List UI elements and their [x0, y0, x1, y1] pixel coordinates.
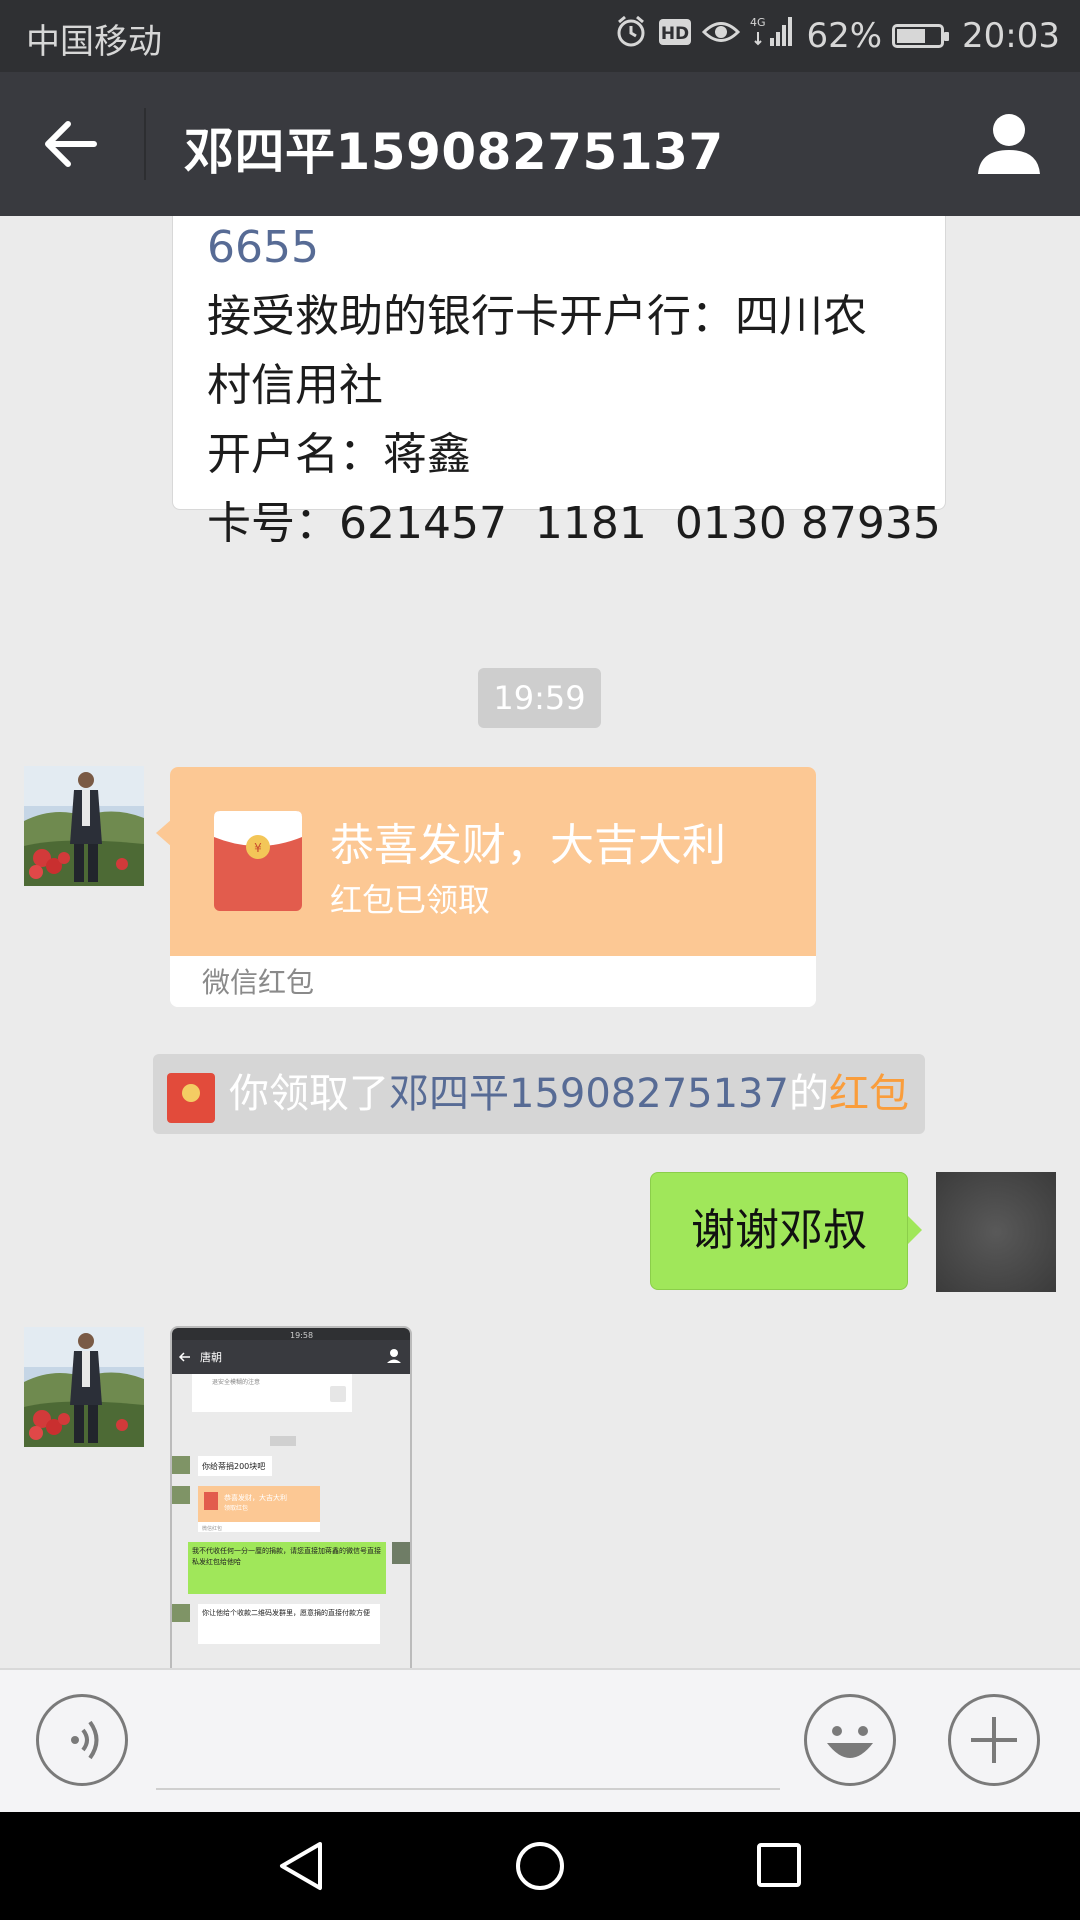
- nav-home-icon[interactable]: [514, 1840, 566, 1892]
- notice-prefix: 你领取了: [229, 1071, 389, 1117]
- red-envelope-icon: ¥: [214, 811, 302, 911]
- red-packet-title: 恭喜发财，大吉大利: [330, 820, 726, 871]
- emoji-icon[interactable]: [804, 1694, 896, 1786]
- image-message-thumbnail[interactable]: 19:58 唐朝 退安全模糊的注意 你给蒂捐200块吧 恭喜发财，大吉大利 领取…: [170, 1326, 412, 1668]
- thumb-title: 唐朝: [200, 1350, 222, 1364]
- red-packet-footer: 微信红包: [170, 956, 816, 1007]
- avatar[interactable]: [24, 766, 144, 886]
- svg-text:4G: 4G: [750, 16, 766, 29]
- red-packet-status: 红包已领取: [330, 881, 491, 919]
- notice-contact-link[interactable]: 邓四平15908275137: [389, 1071, 789, 1117]
- message-line: 开户名：蒋鑫: [207, 429, 471, 480]
- svg-text:HD: HD: [661, 24, 689, 44]
- system-notice: 你领取了邓四平15908275137的红包: [153, 1054, 925, 1134]
- battery-percent: 62%: [806, 15, 883, 56]
- header-divider: [144, 108, 146, 180]
- signal-icon: 4G: [750, 14, 796, 57]
- chat-area[interactable]: 6655 接受救助的银行卡开户行：四川农 村信用社 开户名：蒋鑫 卡号：6214…: [0, 216, 1080, 1668]
- plus-icon[interactable]: [948, 1694, 1040, 1786]
- bubble-tail: [908, 1216, 922, 1244]
- status-icons: HD 4G 62% 20:03: [614, 14, 1060, 57]
- timestamp-chip: 19:59: [478, 668, 601, 728]
- thumb-rp-sub: 领取红包: [224, 1504, 248, 1512]
- my-avatar[interactable]: [936, 1172, 1056, 1292]
- nav-back-icon[interactable]: [276, 1840, 326, 1892]
- my-message-bubble[interactable]: 谢谢邓叔: [650, 1172, 908, 1290]
- red-packet-top: ¥ 恭喜发财，大吉大利 红包已领取: [170, 767, 816, 956]
- voice-icon[interactable]: [36, 1694, 128, 1786]
- alarm-icon: [614, 14, 648, 57]
- status-bar: 中国移动 HD 4G 62% 20:03: [0, 0, 1080, 72]
- avatar[interactable]: [24, 1327, 144, 1447]
- notice-red-packet-link[interactable]: 红包: [829, 1071, 909, 1117]
- thumb-rp-footer: 微信红包: [202, 1525, 222, 1532]
- thumb-bubble-2: 我不代收任何一分一厘的捐款，请您直接加蒋鑫的微信号直接私发红包给他哈: [192, 1547, 381, 1566]
- thumb-bubble-3: 你让他给个收款二维码发群里，愿意捐的直接付款方便: [202, 1609, 370, 1617]
- back-arrow-icon[interactable]: [40, 116, 100, 172]
- thumb-bubble-1: 你给蒂捐200块吧: [202, 1461, 265, 1471]
- red-packet-card[interactable]: ¥ 恭喜发财，大吉大利 红包已领取 微信红包: [170, 767, 816, 1007]
- message-input[interactable]: [156, 1788, 780, 1790]
- profile-icon[interactable]: [976, 110, 1042, 176]
- input-bar: [0, 1668, 1080, 1814]
- hd-icon: HD: [658, 16, 692, 56]
- thumb-time: 19:58: [290, 1331, 313, 1340]
- message-line: 村信用社: [207, 360, 383, 411]
- chat-header: 邓四平15908275137: [0, 72, 1080, 216]
- chat-title: 邓四平15908275137: [184, 123, 724, 181]
- notice-middle: 的: [788, 1071, 829, 1117]
- text-message-card[interactable]: 6655 接受救助的银行卡开户行：四川农 村信用社 开户名：蒋鑫 卡号：6214…: [172, 216, 946, 549]
- red-packet-small-icon: [167, 1070, 215, 1123]
- message-line: 6655: [207, 222, 319, 273]
- message-line: 接受救助的银行卡开户行：四川农: [207, 291, 867, 342]
- system-nav-bar: [0, 1812, 1080, 1920]
- eye-icon: [702, 16, 741, 56]
- message-line: 卡号：621457 1181 0130 87935: [207, 498, 941, 549]
- carrier-label: 中国移动: [26, 22, 162, 62]
- thumb-top-note: 退安全模糊的注意: [212, 1378, 260, 1386]
- clock: 20:03: [962, 15, 1060, 56]
- thumb-rp-title: 恭喜发财，大吉大利: [224, 1493, 287, 1502]
- battery-icon: [892, 23, 950, 48]
- nav-recents-icon[interactable]: [756, 1842, 802, 1888]
- notice-text: 你领取了邓四平15908275137的红包: [229, 1054, 909, 1134]
- svg-text:¥: ¥: [254, 841, 262, 855]
